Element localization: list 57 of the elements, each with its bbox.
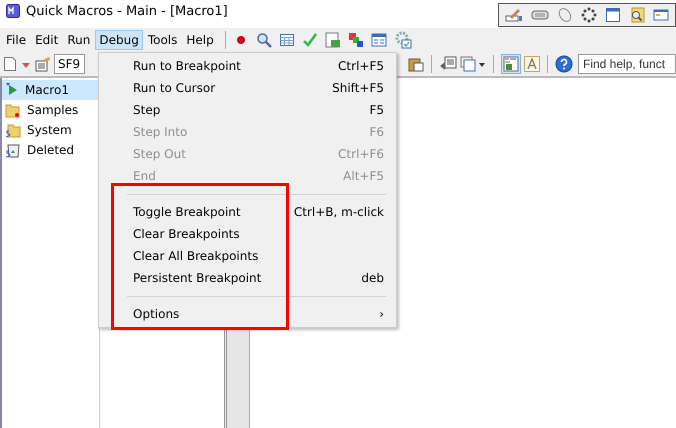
menu-item[interactable]: Run to Cursor Shift+F5 — [99, 77, 396, 99]
code-icon[interactable] — [501, 54, 521, 74]
find-file-icon[interactable] — [629, 7, 645, 23]
menu-item[interactable]: Clear Breakpoints — [99, 223, 396, 245]
menu-item[interactable]: Step F5 — [99, 99, 396, 121]
submenu-arrow: › — [379, 307, 384, 321]
recycle-bin-icon — [5, 142, 21, 158]
shortcut-text: deb — [361, 271, 384, 285]
search-icon[interactable] — [256, 32, 272, 48]
gear-icon[interactable] — [394, 31, 412, 49]
menu-item[interactable]: Run — [63, 30, 94, 50]
dialog-icon[interactable] — [653, 7, 669, 23]
shortcut-text: Ctrl+F5 — [338, 59, 384, 73]
menu-item[interactable]: Tools — [144, 30, 182, 50]
tree-item[interactable]: Deleted — [2, 140, 99, 160]
font-icon[interactable] — [524, 56, 540, 72]
window-icon[interactable] — [605, 7, 621, 23]
menu-item[interactable]: Help — [182, 30, 218, 50]
menu-item[interactable]: Edit — [31, 30, 62, 50]
macro-combo[interactable]: SF9 — [54, 54, 85, 74]
paste-icon[interactable] — [408, 56, 424, 72]
form-icon[interactable] — [370, 32, 387, 48]
menu-item[interactable]: Debug — [95, 30, 143, 50]
shortcut-text: Shift+F5 — [332, 81, 384, 95]
windows-icon[interactable] — [460, 56, 486, 72]
shortcut-text: F6 — [369, 125, 384, 139]
binary-file-icon[interactable] — [324, 32, 341, 48]
new-file-icon[interactable] — [3, 56, 17, 72]
check-icon[interactable] — [302, 32, 318, 48]
tree-item[interactable]: Macro1 — [2, 80, 99, 100]
menu-item[interactable]: Run to Breakpoint Ctrl+F5 — [99, 55, 396, 77]
tree-item[interactable]: Samples — [2, 100, 99, 120]
app-icon — [6, 4, 20, 18]
macro-icon — [5, 82, 19, 98]
window-title: Quick Macros - Main - [Macro1] — [26, 4, 228, 18]
folder-icon — [5, 122, 21, 138]
properties-icon[interactable] — [35, 56, 51, 72]
mouse-icon[interactable] — [557, 7, 573, 23]
shortcut-text: Alt+F5 — [343, 169, 384, 183]
shortcut-text: Ctrl+B, m-click — [294, 205, 384, 219]
comment-icon[interactable] — [439, 56, 457, 72]
keyboard-icon[interactable] — [531, 9, 549, 21]
blocks-icon[interactable] — [348, 32, 364, 48]
menu-item[interactable]: File — [2, 30, 30, 50]
menu-item[interactable]: Toggle Breakpoint Ctrl+B, m-click — [99, 201, 396, 223]
wait-icon[interactable] — [581, 7, 597, 23]
shortcut-text: Ctrl+F6 — [338, 147, 384, 161]
pen-icon[interactable] — [505, 7, 523, 23]
search-field[interactable]: Find help, funct — [578, 54, 676, 74]
folder-icon — [5, 102, 21, 118]
menu-item[interactable]: Options › — [99, 303, 396, 325]
shortcut-text: F5 — [369, 103, 384, 117]
menu-item[interactable]: Clear All Breakpoints — [99, 245, 396, 267]
help-icon[interactable] — [555, 55, 573, 73]
table-icon[interactable] — [278, 32, 295, 48]
tree-item[interactable]: System — [2, 120, 99, 140]
menu-item[interactable]: Persistent Breakpoint deb — [99, 267, 396, 289]
